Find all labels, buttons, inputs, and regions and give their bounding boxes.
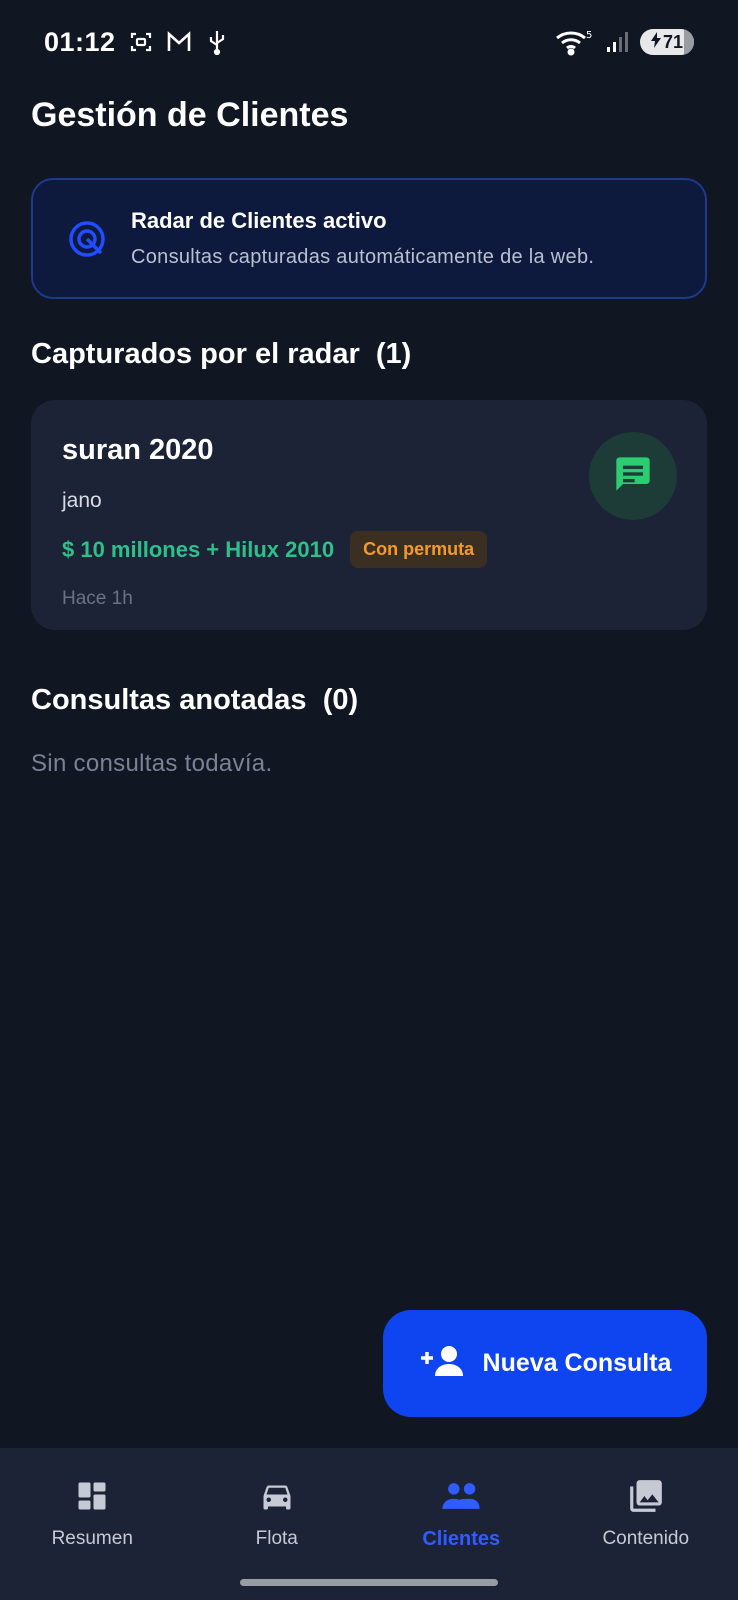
permuta-badge: Con permuta bbox=[350, 531, 488, 568]
dashboard-icon bbox=[72, 1476, 112, 1516]
nav-label-contenido: Contenido bbox=[602, 1528, 690, 1549]
empty-notes-text: Sin consultas todavía. bbox=[31, 750, 273, 777]
svg-text:5: 5 bbox=[586, 30, 592, 41]
people-icon bbox=[441, 1476, 481, 1516]
wifi-icon: 5 bbox=[554, 29, 594, 56]
chat-icon bbox=[613, 454, 653, 499]
nav-label-clientes: Clientes bbox=[422, 1528, 501, 1550]
message-button[interactable] bbox=[589, 432, 677, 520]
photo-library-icon bbox=[626, 1476, 666, 1516]
nav-label-resumen: Resumen bbox=[51, 1528, 133, 1549]
radar-title: Radar de Clientes activo bbox=[131, 208, 387, 233]
nav-label-flota: Flota bbox=[255, 1528, 298, 1549]
bottom-nav: Resumen Flota Clientes Contenido bbox=[0, 1448, 738, 1600]
charging-icon bbox=[650, 31, 661, 53]
screenshot-icon bbox=[128, 29, 154, 55]
lead-card[interactable]: suran 2020 jano $ 10 millones + Hilux 20… bbox=[31, 400, 707, 630]
lead-price-row: $ 10 millones + Hilux 2010 Con permuta bbox=[62, 531, 676, 568]
battery-indicator: 71 bbox=[640, 29, 694, 55]
lead-name: jano bbox=[62, 489, 102, 512]
radar-texts: Radar de Clientes activo Consultas captu… bbox=[131, 208, 594, 269]
battery-level: 71 bbox=[662, 31, 684, 52]
page-title: Gestión de Clientes bbox=[31, 96, 349, 134]
radar-status-banner: Radar de Clientes activo Consultas captu… bbox=[31, 178, 707, 299]
notes-section-count: (0) bbox=[322, 684, 359, 716]
signal-icon bbox=[604, 29, 630, 55]
captured-section-label: Capturados por el radar bbox=[31, 338, 360, 370]
captured-section-count: (1) bbox=[375, 338, 412, 370]
nav-item-contenido[interactable]: Contenido bbox=[554, 1476, 738, 1600]
car-icon bbox=[257, 1476, 297, 1516]
lead-title: suran 2020 bbox=[62, 434, 214, 466]
clientes-screen: 01:12 5 71 Gestión de Clientes Radar de … bbox=[0, 0, 738, 1600]
nav-item-resumen[interactable]: Resumen bbox=[0, 1476, 185, 1600]
add-person-icon bbox=[419, 1344, 465, 1383]
status-time: 01:12 bbox=[44, 26, 116, 57]
new-consulta-button[interactable]: Nueva Consulta bbox=[383, 1310, 707, 1417]
notes-section-title: Consultas anotadas (0) bbox=[31, 684, 358, 717]
captured-section-title: Capturados por el radar (1) bbox=[31, 338, 411, 371]
status-right: 5 71 bbox=[554, 29, 694, 56]
lead-time: Hace 1h bbox=[62, 588, 133, 609]
fab-label: Nueva Consulta bbox=[482, 1349, 672, 1377]
radar-subtitle: Consultas capturadas automáticamente de … bbox=[131, 246, 595, 268]
lead-price: $ 10 millones + Hilux 2010 bbox=[62, 536, 335, 562]
home-indicator[interactable] bbox=[240, 1579, 498, 1586]
radar-icon bbox=[65, 217, 109, 261]
gmail-icon bbox=[166, 29, 192, 55]
usb-icon bbox=[204, 29, 230, 55]
notes-section-label: Consultas anotadas bbox=[31, 684, 307, 716]
status-bar: 01:12 5 71 bbox=[0, 0, 738, 84]
status-left: 01:12 bbox=[44, 27, 230, 58]
